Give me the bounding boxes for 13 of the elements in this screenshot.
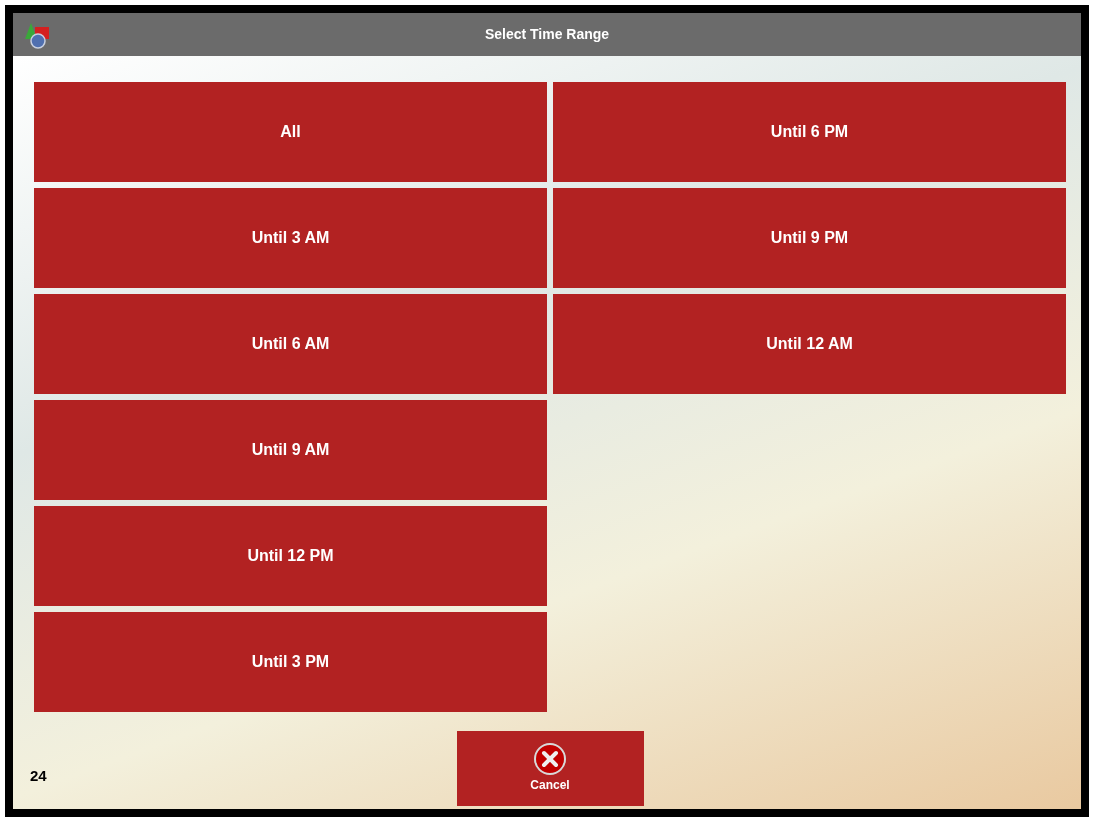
time-range-button[interactable]: Until 6 PM xyxy=(553,82,1066,182)
window-title: Select Time Range xyxy=(484,25,610,44)
time-range-button[interactable]: Until 3 PM xyxy=(34,612,547,712)
time-range-button[interactable]: Until 6 AM xyxy=(34,294,547,394)
time-range-button[interactable]: Until 3 AM xyxy=(34,188,547,288)
time-range-button[interactable]: Until 9 AM xyxy=(34,400,547,500)
time-range-button[interactable]: Until 12 PM xyxy=(34,506,547,606)
count-label: 24 xyxy=(30,765,47,786)
close-icon xyxy=(534,743,566,775)
cancel-button[interactable]: Cancel xyxy=(456,731,644,806)
time-range-button[interactable]: Until 12 AM xyxy=(553,294,1066,394)
time-range-button[interactable]: Until 9 PM xyxy=(553,188,1066,288)
time-range-button[interactable]: All xyxy=(34,82,547,182)
